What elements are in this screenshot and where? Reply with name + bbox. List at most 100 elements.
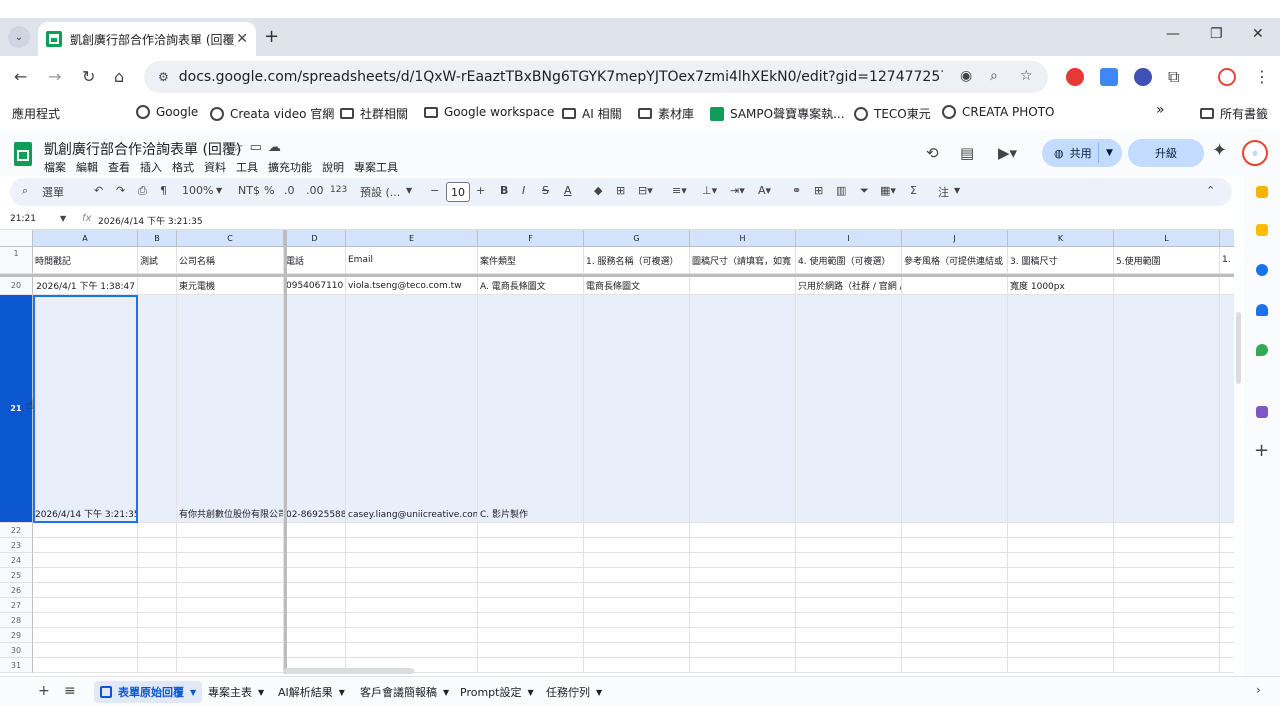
cell[interactable] <box>284 598 346 612</box>
cell[interactable] <box>690 628 796 642</box>
undo-icon[interactable]: ↶ <box>94 184 103 197</box>
cell[interactable]: 02-86925588 <box>284 295 346 522</box>
select-all-corner[interactable] <box>0 230 33 247</box>
menu-insert[interactable]: 插入 <box>140 159 162 175</box>
row-header[interactable]: 31 <box>0 658 33 673</box>
extensions-puzzle-icon[interactable]: ⧉ <box>1168 67 1179 87</box>
number-format-button[interactable]: 123 <box>330 185 347 195</box>
cell[interactable] <box>1114 613 1220 627</box>
cell[interactable]: 時間戳記 <box>33 247 138 273</box>
cell[interactable] <box>284 583 346 597</box>
cell[interactable] <box>1114 628 1220 642</box>
cell[interactable]: 2026/4/14 下午 3:21:35 <box>33 295 138 522</box>
merge-cells-icon[interactable]: ⊟▾ <box>638 184 653 197</box>
cell[interactable]: 3. 圖稿尺寸 <box>1008 247 1114 273</box>
cell[interactable] <box>284 643 346 657</box>
cell[interactable] <box>284 628 346 642</box>
text-wrap-icon[interactable]: ⇥▾ <box>730 184 745 197</box>
cell[interactable]: 公司名稱 <box>177 247 284 273</box>
bookmark-assets[interactable]: 素材庫 <box>638 105 694 122</box>
menu-help[interactable]: 說明 <box>322 159 344 175</box>
cell[interactable] <box>478 613 584 627</box>
new-tab-icon[interactable]: + <box>264 26 279 47</box>
cell[interactable] <box>478 538 584 552</box>
tab-search-icon[interactable]: ⌄ <box>8 26 30 48</box>
cell[interactable] <box>584 613 690 627</box>
cell[interactable] <box>584 568 690 582</box>
column-header-g[interactable]: G <box>584 230 690 247</box>
annotation-button[interactable]: 注 <box>938 184 949 200</box>
menu-project-tools[interactable]: 專案工具 <box>354 159 398 175</box>
row-header[interactable]: 25 <box>0 568 33 583</box>
cell[interactable] <box>346 553 478 567</box>
cell[interactable] <box>1008 568 1114 582</box>
decrease-decimal-button[interactable]: .0 <box>284 184 295 197</box>
addon-icon[interactable] <box>1256 406 1268 418</box>
cell[interactable] <box>177 523 284 537</box>
cell[interactable] <box>177 568 284 582</box>
extension-icon[interactable] <box>1134 68 1152 86</box>
cell[interactable] <box>1008 553 1114 567</box>
menu-extensions[interactable]: 擴充功能 <box>268 159 312 175</box>
cell[interactable] <box>346 523 478 537</box>
cell[interactable] <box>690 613 796 627</box>
cell[interactable] <box>584 658 690 672</box>
cell[interactable] <box>1220 568 1234 582</box>
calendar-icon[interactable] <box>1256 186 1268 198</box>
column-header-c[interactable]: C <box>177 230 284 247</box>
cell[interactable] <box>796 628 902 642</box>
font-select[interactable]: 預設 (... <box>360 184 400 200</box>
sheet-tab-task-queue[interactable]: 任務佇列 ▼ <box>540 681 608 703</box>
row-header[interactable]: 24 <box>0 553 33 568</box>
cell[interactable] <box>1114 568 1220 582</box>
cell[interactable] <box>690 568 796 582</box>
cell[interactable] <box>1008 583 1114 597</box>
cell[interactable] <box>1220 628 1234 642</box>
font-size-decrease-icon[interactable]: − <box>430 184 439 197</box>
column-header-j[interactable]: J <box>902 230 1008 247</box>
column-header-i[interactable]: I <box>796 230 902 247</box>
column-header-a[interactable]: A <box>33 230 138 247</box>
cell[interactable] <box>1114 658 1220 672</box>
cell[interactable]: 只用於網路（社群 / 官網 / 電商平台） <box>796 277 902 294</box>
text-rotation-icon[interactable]: A▾ <box>758 184 771 197</box>
close-window-icon[interactable]: ✕ <box>1252 26 1264 42</box>
minimize-icon[interactable]: — <box>1166 26 1180 42</box>
insert-comment-icon[interactable]: ⊞ <box>814 184 823 197</box>
cell[interactable] <box>1114 598 1220 612</box>
cell[interactable] <box>33 583 138 597</box>
cell[interactable] <box>1220 538 1234 552</box>
column-header-h[interactable]: H <box>690 230 796 247</box>
cell[interactable]: Email <box>346 247 478 273</box>
cell[interactable] <box>902 538 1008 552</box>
cell[interactable] <box>1114 553 1220 567</box>
cell[interactable] <box>284 568 346 582</box>
cell[interactable] <box>346 643 478 657</box>
share-button[interactable]: ◍ 共用 ▼ <box>1042 139 1122 167</box>
align-horizontal-icon[interactable]: ≡▾ <box>672 184 687 197</box>
cell[interactable] <box>177 658 284 672</box>
cell[interactable] <box>902 658 1008 672</box>
bookmark-google[interactable]: Google <box>136 105 198 119</box>
menu-format[interactable]: 格式 <box>172 159 194 175</box>
menu-view[interactable]: 查看 <box>108 159 130 175</box>
cell[interactable]: 2026/4/1 下午 1:38:47 <box>33 277 138 294</box>
cell[interactable] <box>33 658 138 672</box>
cell[interactable] <box>346 613 478 627</box>
sheets-logo-icon[interactable] <box>14 142 32 166</box>
cell[interactable] <box>138 538 177 552</box>
row-header[interactable]: 1 <box>0 247 33 274</box>
translate-extension-icon[interactable] <box>1100 68 1118 86</box>
cell[interactable] <box>284 613 346 627</box>
sheet-tab-menu-icon[interactable]: ▼ <box>527 688 533 697</box>
cell[interactable] <box>1114 538 1220 552</box>
cell[interactable] <box>138 628 177 642</box>
bookmark-teco[interactable]: TECO東元 <box>854 105 931 122</box>
cell[interactable] <box>1008 628 1114 642</box>
cell[interactable] <box>33 628 138 642</box>
tasks-icon[interactable] <box>1256 264 1268 276</box>
cell[interactable] <box>478 553 584 567</box>
cell[interactable] <box>177 643 284 657</box>
cell[interactable] <box>138 277 177 294</box>
cell[interactable] <box>478 643 584 657</box>
